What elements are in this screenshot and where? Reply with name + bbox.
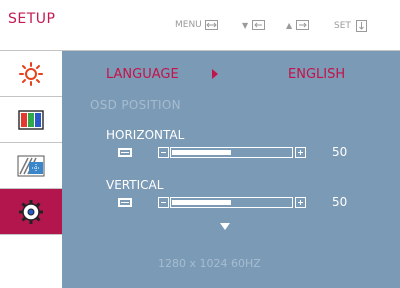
right-key-icon: [296, 20, 310, 30]
vertical-label[interactable]: VERTICAL: [106, 178, 163, 192]
setup-panel: LANGUAGE ENGLISH OSD POSITION HORIZONTAL…: [62, 51, 400, 288]
menu-hint-label: MENU: [175, 20, 202, 30]
adjust-hint: ▲: [286, 20, 310, 30]
down-triangle-icon: ▼: [242, 20, 249, 30]
exit-key-icon: [204, 20, 218, 30]
osd-header: SETUP MENU ▼ ▲ SET: [0, 0, 400, 51]
vertical-slider-fill: [172, 200, 231, 205]
resolution-status: 1280 x 1024 60HZ: [158, 257, 261, 270]
vertical-slider[interactable]: [170, 197, 293, 208]
set-hint: SET: [334, 20, 367, 32]
tracking-icon: [17, 155, 45, 176]
monitor-osd: SETUP MENU ▼ ▲ SET LANGUAGE ENGLISH OSD …: [0, 0, 400, 288]
vertical-value: 50: [332, 195, 348, 209]
menu-hint: MENU: [175, 20, 218, 30]
up-triangle-icon: ▲: [286, 20, 293, 30]
left-key-icon: [252, 20, 266, 30]
vertical-position-icon: [118, 198, 132, 207]
brightness-icon: [19, 61, 43, 86]
horizontal-label[interactable]: HORIZONTAL: [106, 128, 184, 142]
language-arrow-icon: [212, 69, 218, 79]
scroll-down-arrow-icon[interactable]: [220, 223, 230, 230]
osd-sidebar: [0, 51, 63, 288]
language-value[interactable]: ENGLISH: [288, 67, 345, 82]
language-label[interactable]: LANGUAGE: [106, 67, 179, 82]
horizontal-slider-fill: [172, 150, 231, 155]
set-hint-label: SET: [334, 21, 351, 31]
sidebar-item-color[interactable]: [0, 97, 62, 143]
sidebar-item-tracking[interactable]: [0, 143, 62, 189]
sidebar-item-picture[interactable]: [0, 51, 62, 97]
enter-key-icon: [355, 20, 367, 32]
horizontal-plus-button[interactable]: [295, 147, 306, 158]
sidebar-item-setup[interactable]: [0, 189, 62, 235]
setup-gear-icon: [19, 199, 43, 224]
osd-position-heading: OSD POSITION: [90, 98, 181, 112]
select-hint: ▼: [242, 20, 266, 30]
vertical-plus-button[interactable]: [295, 197, 306, 208]
color-bars-icon: [18, 109, 44, 130]
vertical-minus-button[interactable]: [158, 197, 169, 208]
osd-title: SETUP: [8, 11, 56, 27]
horizontal-position-icon: [118, 148, 132, 157]
horizontal-minus-button[interactable]: [158, 147, 169, 158]
horizontal-slider[interactable]: [170, 147, 293, 158]
horizontal-value: 50: [332, 145, 348, 159]
